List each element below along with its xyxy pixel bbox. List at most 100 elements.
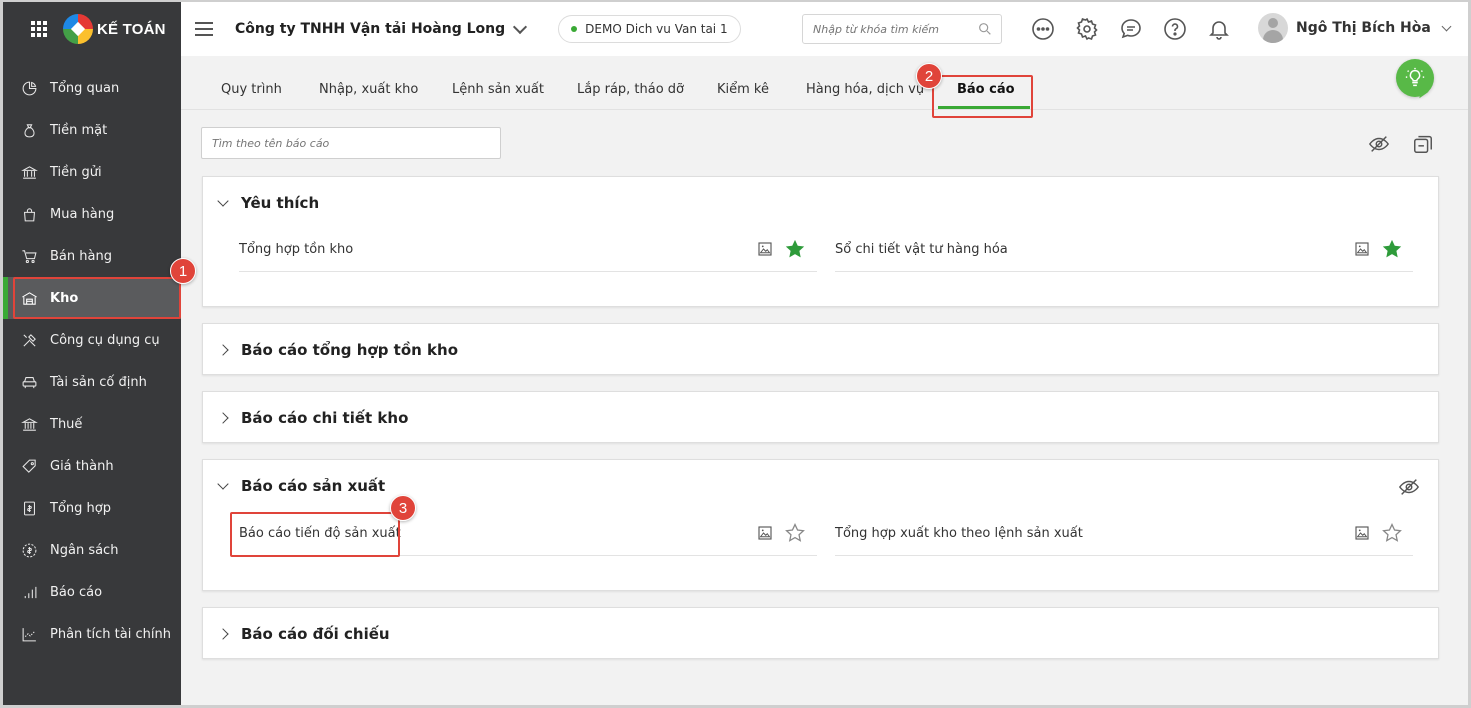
tab-kiem-ke[interactable]: Kiểm kê xyxy=(717,82,769,97)
dashboard-icon xyxy=(20,79,38,97)
brand: KẾ TOÁN xyxy=(3,2,181,56)
group-favorites: Yêu thích Tổng hợp tồn kho Sổ chi tiết v… xyxy=(202,176,1439,307)
apps-grid-icon[interactable] xyxy=(31,21,47,37)
report-item-label: Tổng hợp xuất kho theo lệnh sản xuất xyxy=(835,526,1083,541)
sidebar-item-label: Báo cáo xyxy=(50,584,103,600)
hide-group-eye-icon[interactable] xyxy=(1398,476,1420,498)
star-outline-icon[interactable] xyxy=(1381,522,1403,544)
sidebar-item-thue[interactable]: Thuế xyxy=(3,403,181,445)
sidebar-item-label: Tiền mặt xyxy=(50,122,108,138)
star-filled-icon[interactable] xyxy=(784,238,806,260)
shopping-bag-icon xyxy=(20,205,38,223)
company-selector[interactable]: Công ty TNHH Vận tải Hoàng Long xyxy=(235,19,528,37)
user-menu[interactable]: Ngô Thị Bích Hòa xyxy=(1258,13,1452,43)
car-icon xyxy=(20,373,38,391)
tax-building-icon xyxy=(20,415,38,433)
star-outline-icon[interactable] xyxy=(784,522,806,544)
sidebar-item-ban-hang[interactable]: Bán hàng xyxy=(3,235,181,277)
sidebar-nav: Tổng quan Tiền mặt Tiền gửi Mua hàng Bán… xyxy=(3,67,181,655)
callout-badge-1: 1 xyxy=(170,258,196,284)
bank-icon xyxy=(20,163,38,181)
sidebar-item-ngan-sach[interactable]: Ngân sách xyxy=(3,529,181,571)
sidebar: KẾ TOÁN Tổng quan Tiền mặt Tiền gửi Mua … xyxy=(3,2,181,705)
sidebar-item-cong-cu-dung-cu[interactable]: Công cụ dụng cụ xyxy=(3,319,181,361)
tab-hang-hoa-dich-vu[interactable]: Hàng hóa, dịch vụ xyxy=(806,82,924,97)
group-header[interactable]: Báo cáo sản xuất xyxy=(217,476,386,496)
chevron-down-icon xyxy=(217,195,229,207)
user-name: Ngô Thị Bích Hòa xyxy=(1296,20,1431,36)
lightbulb-tips-icon[interactable] xyxy=(1396,59,1434,97)
sidebar-item-tong-hop[interactable]: Tổng hợp xyxy=(3,487,181,529)
chevron-down-icon xyxy=(217,478,229,490)
chevron-right-icon xyxy=(217,344,229,356)
sidebar-item-phan-tich-tai-chinh[interactable]: Phân tích tài chính xyxy=(3,613,181,655)
sidebar-item-label: Công cụ dụng cụ xyxy=(50,332,160,348)
group-title: Báo cáo sản xuất xyxy=(241,477,386,495)
sidebar-item-bao-cao[interactable]: Báo cáo xyxy=(3,571,181,613)
tab-quy-trinh[interactable]: Quy trình xyxy=(221,82,282,97)
group-title: Báo cáo đối chiếu xyxy=(241,625,390,643)
image-preview-icon[interactable] xyxy=(756,524,774,542)
image-preview-icon[interactable] xyxy=(1353,240,1371,258)
group-inventory-detail[interactable]: Báo cáo chi tiết kho xyxy=(202,391,1439,443)
more-options-icon[interactable] xyxy=(1030,16,1056,42)
header-icons xyxy=(1030,16,1250,42)
menu-icon[interactable] xyxy=(195,22,213,36)
report-search-input[interactable] xyxy=(212,136,492,150)
money-bag-icon xyxy=(20,121,38,139)
database-name: DEMO Dich vu Van tai 1 xyxy=(585,22,728,36)
status-dot-icon xyxy=(571,26,578,32)
group-header[interactable]: Báo cáo tổng hợp tồn kho xyxy=(217,340,458,360)
brand-name: KẾ TOÁN xyxy=(97,20,166,38)
cart-icon xyxy=(20,247,38,265)
avatar xyxy=(1258,13,1288,43)
chevron-right-icon xyxy=(217,628,229,640)
sidebar-item-tai-san-co-dinh[interactable]: Tài sản cố định xyxy=(3,361,181,403)
report-item[interactable]: Tổng hợp xuất kho theo lệnh sản xuất xyxy=(835,512,1413,556)
group-header[interactable]: Báo cáo chi tiết kho xyxy=(217,408,408,428)
group-header[interactable]: Yêu thích xyxy=(217,193,319,213)
sidebar-item-tien-mat[interactable]: Tiền mặt xyxy=(3,109,181,151)
sidebar-item-tong-quan[interactable]: Tổng quan xyxy=(3,67,181,109)
sidebar-item-label: Bán hàng xyxy=(50,248,112,264)
notification-bell-icon[interactable] xyxy=(1206,16,1232,42)
price-tag-icon xyxy=(20,457,38,475)
group-inventory-summary[interactable]: Báo cáo tổng hợp tồn kho xyxy=(202,323,1439,375)
collapse-all-icon[interactable] xyxy=(1411,132,1435,156)
chat-icon[interactable] xyxy=(1118,16,1144,42)
tab-lenh-san-xuat[interactable]: Lệnh sản xuất xyxy=(452,82,544,97)
hide-eye-icon[interactable] xyxy=(1367,132,1391,156)
chevron-right-icon xyxy=(217,412,229,424)
report-search xyxy=(201,127,501,159)
callout-box-kho xyxy=(13,277,181,319)
search-icon[interactable] xyxy=(977,21,993,37)
tab-nhap-xuat-kho[interactable]: Nhập, xuất kho xyxy=(319,82,418,97)
logo-icon xyxy=(63,14,93,44)
global-search-input[interactable] xyxy=(813,22,973,36)
global-search xyxy=(802,14,1002,44)
sidebar-item-gia-thanh[interactable]: Giá thành xyxy=(3,445,181,487)
chevron-down-icon xyxy=(1441,21,1452,31)
sidebar-item-tien-gui[interactable]: Tiền gửi xyxy=(3,151,181,193)
callout-badge-3: 3 xyxy=(390,495,416,521)
sidebar-item-label: Ngân sách xyxy=(50,542,119,558)
settings-gear-icon[interactable] xyxy=(1074,16,1100,42)
module-tabs: Quy trình Nhập, xuất kho Lệnh sản xuất L… xyxy=(181,56,1468,110)
group-header[interactable]: Báo cáo đối chiếu xyxy=(217,624,390,644)
report-item[interactable]: Sổ chi tiết vật tư hàng hóa xyxy=(835,228,1413,272)
bar-chart-icon xyxy=(20,583,38,601)
group-reconciliation[interactable]: Báo cáo đối chiếu xyxy=(202,607,1439,659)
report-item[interactable]: Tổng hợp tồn kho xyxy=(239,228,817,272)
budget-coin-icon xyxy=(20,541,38,559)
tab-lap-rap-thao-do[interactable]: Lắp ráp, tháo dỡ xyxy=(577,82,684,97)
tools-icon xyxy=(20,331,38,349)
sidebar-item-mua-hang[interactable]: Mua hàng xyxy=(3,193,181,235)
sidebar-item-label: Mua hàng xyxy=(50,206,115,222)
help-icon[interactable] xyxy=(1162,16,1188,42)
company-name: Công ty TNHH Vận tải Hoàng Long xyxy=(235,21,506,37)
image-preview-icon[interactable] xyxy=(1353,524,1371,542)
image-preview-icon[interactable] xyxy=(756,240,774,258)
sidebar-item-label: Giá thành xyxy=(50,458,114,474)
database-badge[interactable]: DEMO Dich vu Van tai 1 xyxy=(558,15,741,43)
star-filled-icon[interactable] xyxy=(1381,238,1403,260)
